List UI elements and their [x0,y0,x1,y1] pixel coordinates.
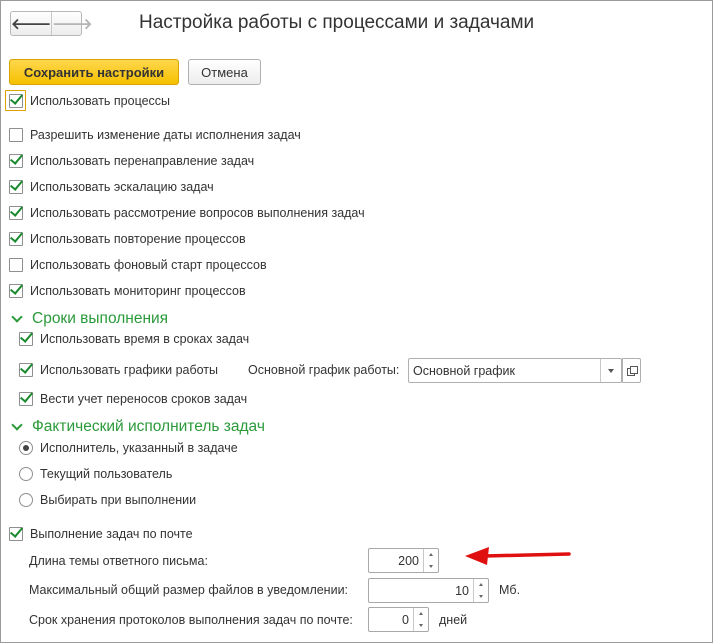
email-tasks-option[interactable]: Выполнение задач по почте [9,527,193,541]
use-time-label: Использовать время в сроках задач [40,332,250,346]
forward-button[interactable]: 🡒 [52,12,92,35]
chevron-down-icon [11,311,23,323]
decrement-icon[interactable] [414,620,428,632]
executor-option-label: Текущий пользователь [40,467,173,481]
max-files-size-label: Максимальный общий размер файлов в уведо… [29,583,349,597]
email-tasks-checkbox[interactable] [9,527,23,541]
back-button[interactable]: 🡐 [11,12,53,35]
executor-option-label: Выбирать при выполнении [40,493,197,507]
subject-length-stepper[interactable] [423,549,438,572]
executor-option-current-user[interactable]: Текущий пользователь [19,467,172,481]
subject-length-value: 200 [398,553,419,568]
open-schedule-button[interactable] [622,358,641,383]
deadlines-section-title: Сроки выполнения [32,310,169,327]
executor-option-choose[interactable]: Выбирать при выполнении [19,493,196,507]
executor-section-header[interactable]: Фактический исполнитель задач [11,418,265,436]
use-process-monitoring-checkbox[interactable] [9,284,23,298]
chevron-down-icon [11,419,23,431]
use-escalation-checkbox[interactable] [9,180,23,194]
use-processes-option[interactable]: Использовать процессы [9,94,170,108]
main-schedule-value: Основной график [413,363,515,378]
subject-length-field[interactable]: 200 [368,548,439,573]
main-schedule-label: Основной график работы: [248,363,400,377]
executor-option-label: Исполнитель, указанный в задаче [40,441,238,455]
open-form-icon [626,366,638,376]
use-processes-label: Использовать процессы [30,94,171,108]
use-schedules-label: Использовать графики работы [40,363,219,377]
arrow-right-icon: 🡒 [52,16,93,33]
executor-option-task-assignee[interactable]: Исполнитель, указанный в задаче [19,441,238,455]
use-background-start-checkbox[interactable] [9,258,23,272]
use-schedules-checkbox[interactable] [19,363,33,377]
use-process-monitoring-option[interactable]: Использовать мониторинг процессов [9,284,246,298]
allow-due-date-change-label: Разрешить изменение даты исполнения зада… [30,128,301,142]
use-process-repeat-label: Использовать повторение процессов [30,232,246,246]
use-redirect-option[interactable]: Использовать перенаправление задач [9,154,254,168]
save-settings-button[interactable]: Сохранить настройки [9,59,179,85]
increment-icon[interactable] [474,579,488,591]
nav-buttons: 🡐 🡒 [10,11,92,36]
log-retention-value: 0 [402,612,409,627]
use-background-start-option[interactable]: Использовать фоновый старт процессов [9,258,267,272]
allow-due-date-change-option[interactable]: Разрешить изменение даты исполнения зада… [9,128,301,142]
use-redirect-checkbox[interactable] [9,154,23,168]
use-issue-review-option[interactable]: Использовать рассмотрение вопросов выпол… [9,206,365,220]
use-processes-checkbox[interactable] [9,94,23,108]
track-transfers-checkbox[interactable] [19,392,33,406]
use-issue-review-label: Использовать рассмотрение вопросов выпол… [30,206,365,220]
cancel-button[interactable]: Отмена [188,59,261,85]
log-retention-unit: дней [439,613,468,627]
increment-icon[interactable] [414,608,428,620]
arrow-left-icon: 🡐 [11,16,52,33]
log-retention-label: Срок хранения протоколов выполнения зада… [29,613,353,627]
allow-due-date-change-checkbox[interactable] [9,128,23,142]
executor-section-title: Фактический исполнитель задач [32,418,265,435]
email-tasks-label: Выполнение задач по почте [30,527,193,541]
use-schedules-option[interactable]: Использовать графики работы [19,363,218,377]
executor-radio-current-user[interactable] [19,467,33,481]
use-process-repeat-checkbox[interactable] [9,232,23,246]
use-background-start-label: Использовать фоновый старт процессов [30,258,267,272]
use-escalation-option[interactable]: Использовать эскалацию задач [9,180,214,194]
use-process-repeat-option[interactable]: Использовать повторение процессов [9,232,246,246]
window-title: Настройка работы с процессами и задачами [139,12,535,33]
use-process-monitoring-label: Использовать мониторинг процессов [30,284,246,298]
subject-length-label: Длина темы ответного письма: [29,554,208,568]
track-transfers-label: Вести учет переносов сроков задач [40,392,248,406]
executor-radio-task-assignee[interactable] [19,441,33,455]
track-transfers-option[interactable]: Вести учет переносов сроков задач [19,392,247,406]
use-time-option[interactable]: Использовать время в сроках задач [19,332,249,346]
main-schedule-select[interactable]: Основной график [408,358,622,383]
use-escalation-label: Использовать эскалацию задач [30,180,214,194]
dropdown-arrow-icon[interactable] [600,359,621,382]
use-time-checkbox[interactable] [19,332,33,346]
executor-radio-choose[interactable] [19,493,33,507]
log-retention-field[interactable]: 0 [368,607,429,632]
annotation-arrow-icon [465,547,571,565]
decrement-icon[interactable] [424,561,438,573]
use-redirect-label: Использовать перенаправление задач [30,154,255,168]
max-files-size-stepper[interactable] [473,579,488,602]
max-files-size-field[interactable]: 10 [368,578,489,603]
settings-window: 🡐 🡒 Настройка работы с процессами и зада… [0,0,713,643]
increment-icon[interactable] [424,549,438,561]
max-files-size-unit: Мб. [499,583,521,597]
deadlines-section-header[interactable]: Сроки выполнения [11,310,168,328]
decrement-icon[interactable] [474,591,488,603]
log-retention-stepper[interactable] [413,608,428,631]
max-files-size-value: 10 [455,583,469,598]
use-issue-review-checkbox[interactable] [9,206,23,220]
